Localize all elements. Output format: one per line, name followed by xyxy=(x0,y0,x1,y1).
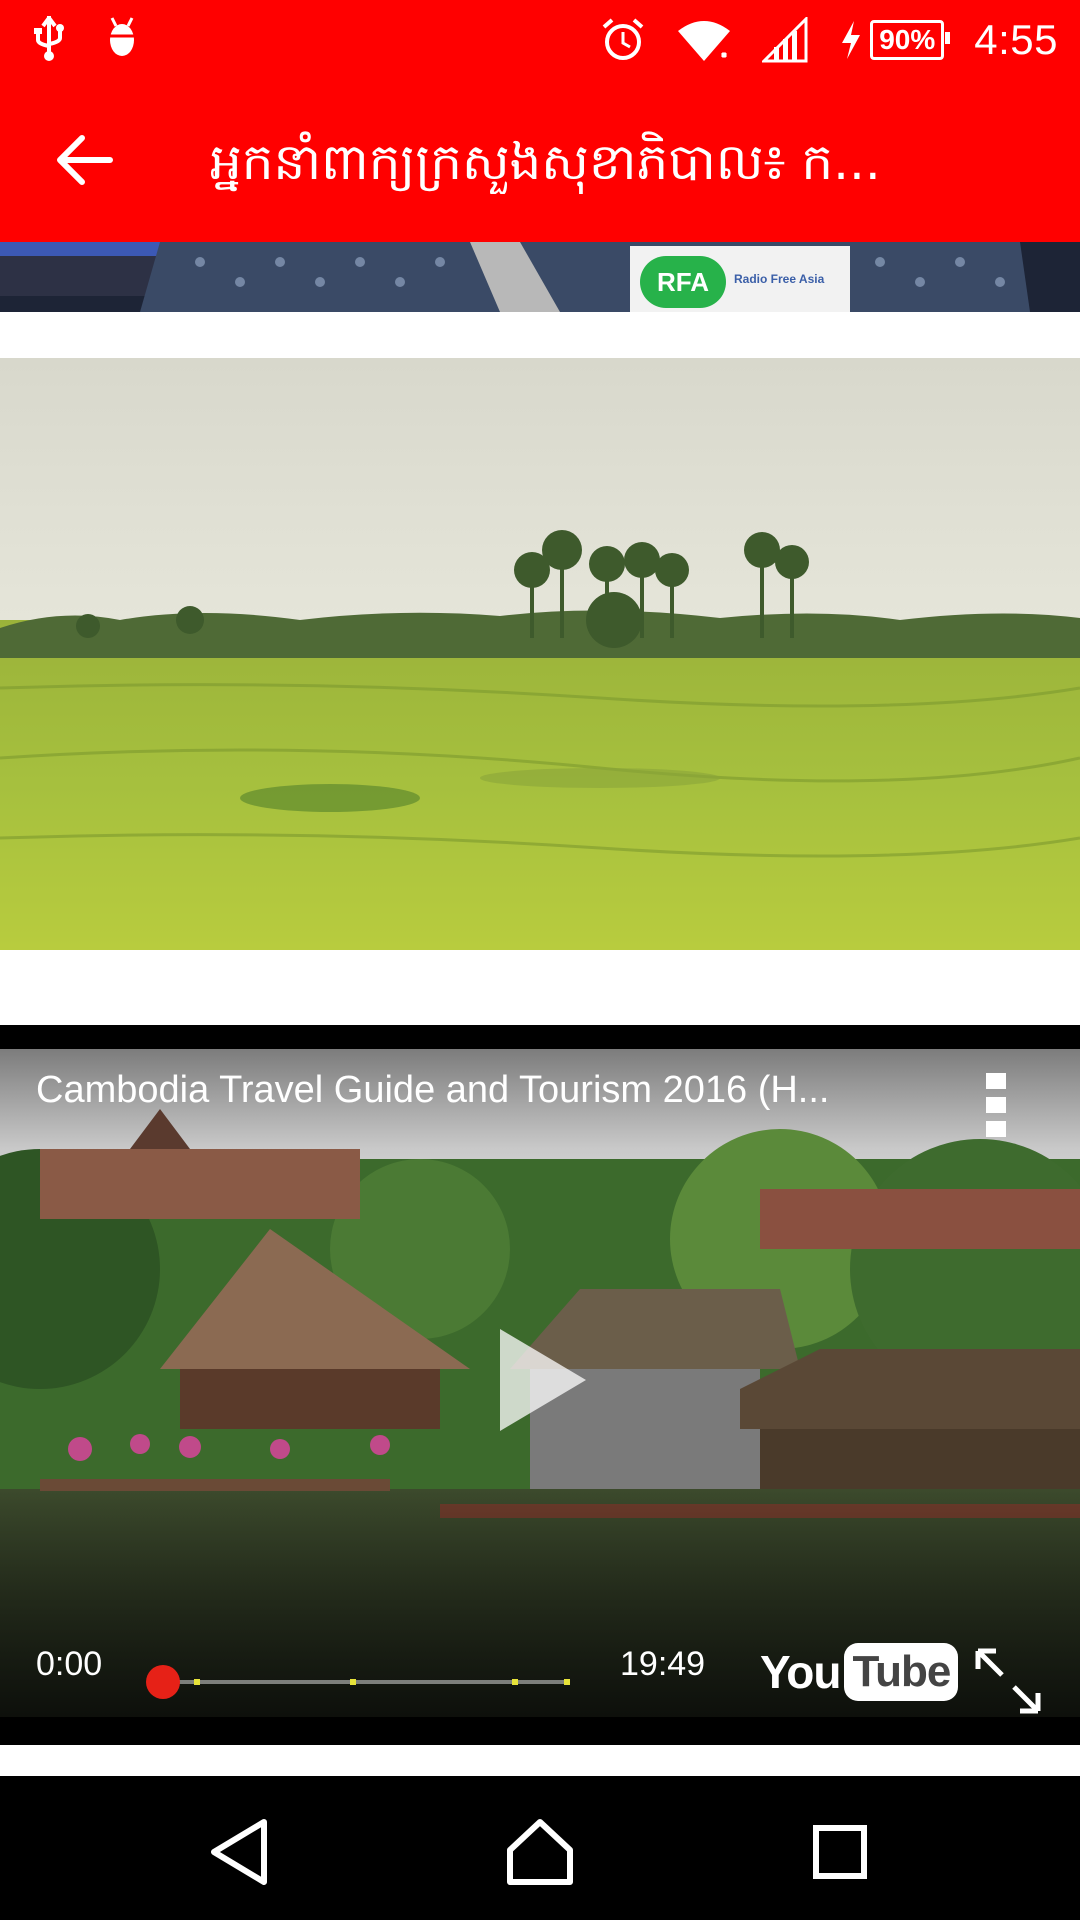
youtube-logo-tube: Tube xyxy=(844,1643,959,1701)
system-nav-bar xyxy=(0,1776,1080,1920)
article-image-rice-field xyxy=(0,358,1080,950)
duration: 19:49 xyxy=(620,1645,706,1683)
chapter-marker xyxy=(512,1679,518,1685)
page-title: អ្នកនាំពាក្យក្រសួងសុខាភិបាល៖ ក... xyxy=(210,133,881,191)
video-player[interactable]: Cambodia Travel Guide and Tourism 2016 (… xyxy=(0,1025,1080,1745)
cell-signal-icon xyxy=(762,17,808,63)
android-debug-icon xyxy=(110,17,134,56)
wifi-icon xyxy=(678,21,731,61)
youtube-logo[interactable]: You Tube xyxy=(760,1643,959,1701)
more-options-icon[interactable] xyxy=(982,1069,1010,1141)
charging-icon xyxy=(842,21,861,59)
alarm-icon xyxy=(602,18,644,60)
battery-percent: 90% xyxy=(879,24,936,55)
chapter-marker xyxy=(350,1679,356,1685)
status-bar: 90% 4:55 xyxy=(0,0,1080,78)
nav-recents-icon[interactable] xyxy=(800,1812,880,1892)
arrow-back-icon[interactable] xyxy=(50,124,122,196)
app-bar: អ្នកនាំពាក្យក្រសួងសុខាភិបាល៖ ក... xyxy=(0,78,1080,242)
chapter-marker xyxy=(194,1679,200,1685)
nav-back-icon[interactable] xyxy=(202,1812,282,1892)
chapter-marker xyxy=(564,1679,570,1685)
article-image-rfa: RFA Radio Free Asia xyxy=(0,242,1080,312)
usb-icon xyxy=(34,16,64,61)
progress-knob[interactable] xyxy=(146,1665,180,1699)
clock: 4:55 xyxy=(974,16,1058,63)
progress-bar[interactable] xyxy=(162,1680,570,1684)
current-time: 0:00 xyxy=(36,1645,103,1683)
youtube-logo-you: You xyxy=(760,1646,841,1698)
rfa-logo: RFA xyxy=(640,256,726,308)
fullscreen-icon[interactable] xyxy=(972,1645,1044,1717)
rfa-logo-text: Radio Free Asia xyxy=(734,272,825,286)
play-icon[interactable] xyxy=(490,1325,590,1435)
nav-home-icon[interactable] xyxy=(500,1812,580,1892)
video-title: Cambodia Travel Guide and Tourism 2016 (… xyxy=(36,1069,830,1111)
battery-icon: 90% xyxy=(870,20,951,60)
